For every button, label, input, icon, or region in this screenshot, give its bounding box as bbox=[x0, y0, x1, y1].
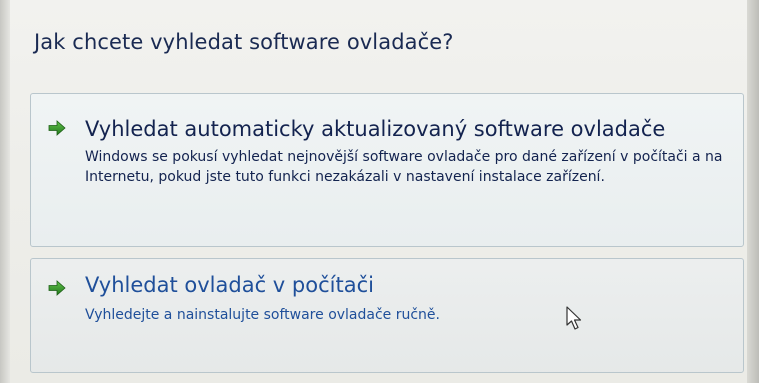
option-search-automatically[interactable]: Vyhledat automaticky aktualizovaný softw… bbox=[30, 93, 744, 247]
mouse-pointer-icon bbox=[566, 306, 582, 330]
option-browse-computer[interactable]: Vyhledat ovladač v počítači Vyhledejte a… bbox=[30, 258, 744, 373]
option-description: Vyhledejte a nainstalujte software ovlad… bbox=[85, 307, 440, 323]
window-frame-right bbox=[747, 0, 759, 383]
page-heading: Jak chcete vyhledat software ovladače? bbox=[34, 30, 454, 54]
option-title: Vyhledat automaticky aktualizovaný softw… bbox=[85, 117, 666, 141]
option-description: Windows se pokusí vyhledat nejnovější so… bbox=[85, 149, 723, 185]
green-arrow-icon bbox=[48, 120, 66, 136]
option-title: Vyhledat ovladač v počítači bbox=[85, 273, 374, 297]
wizard-page: Jak chcete vyhledat software ovladače? V… bbox=[0, 0, 759, 383]
window-frame-left bbox=[0, 0, 10, 383]
green-arrow-icon bbox=[48, 280, 66, 296]
